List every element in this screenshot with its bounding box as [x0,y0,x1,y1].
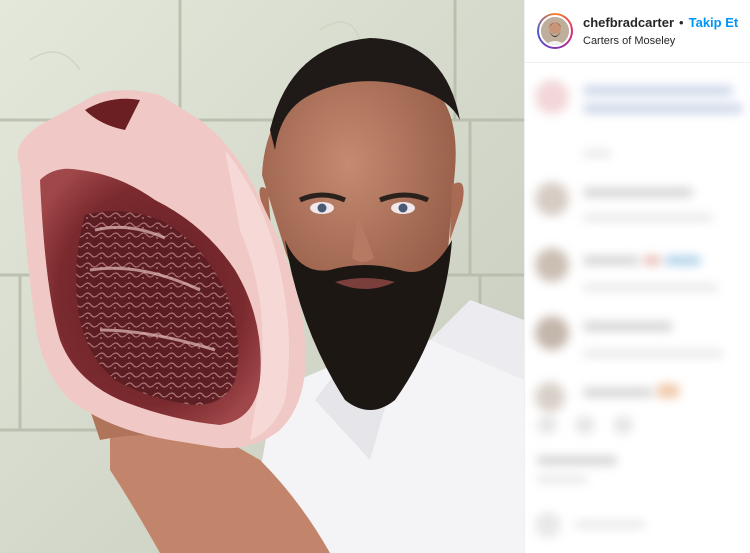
header-text: chefbradcarter • Takip Et Carters of Mos… [583,16,738,47]
comment-text-blur [583,104,743,113]
location-link[interactable]: Carters of Moseley [583,35,738,47]
comment-meta-blur [583,150,611,157]
comment-text-blur [583,188,693,197]
post-photo[interactable] [0,0,524,553]
comment-avatar-icon [535,182,569,216]
header-top-row: chefbradcarter • Takip Et [583,16,738,29]
comment-meta-blur [583,214,713,221]
comment-meta-blur [583,350,723,357]
action-icons-blur [575,416,595,434]
avatar[interactable] [537,13,573,49]
comment-text-blur [643,256,661,265]
likes-blur [537,456,617,465]
comment-avatar-icon [535,248,569,282]
photo-image [0,0,524,553]
action-icons-blur [537,416,557,434]
separator-dot: • [679,14,684,30]
comment-meta-blur [583,284,718,291]
comment-text-blur [583,322,673,331]
comment-text-blur [583,388,653,397]
action-icons-blur [613,416,633,434]
comment-text-blur [583,256,639,265]
comment-input-blur [575,521,645,528]
comment-avatar-icon [535,382,565,412]
comment-text-blur [583,86,733,95]
post-header: chefbradcarter • Takip Et Carters of Mos… [525,0,750,63]
comment-avatar-icon [535,80,569,114]
date-blur [537,476,587,483]
follow-button[interactable]: Takip Et [689,16,739,29]
comment-text-blur [665,256,701,265]
profile-avatar-icon [539,15,571,47]
post-sidebar: chefbradcarter • Takip Et Carters of Mos… [524,0,750,553]
blurred-comments-area [525,64,750,553]
comment-avatar-icon [535,316,569,350]
comment-text-blur [657,384,679,398]
username-link[interactable]: chefbradcarter [583,16,674,29]
comment-input-blur [535,512,561,538]
